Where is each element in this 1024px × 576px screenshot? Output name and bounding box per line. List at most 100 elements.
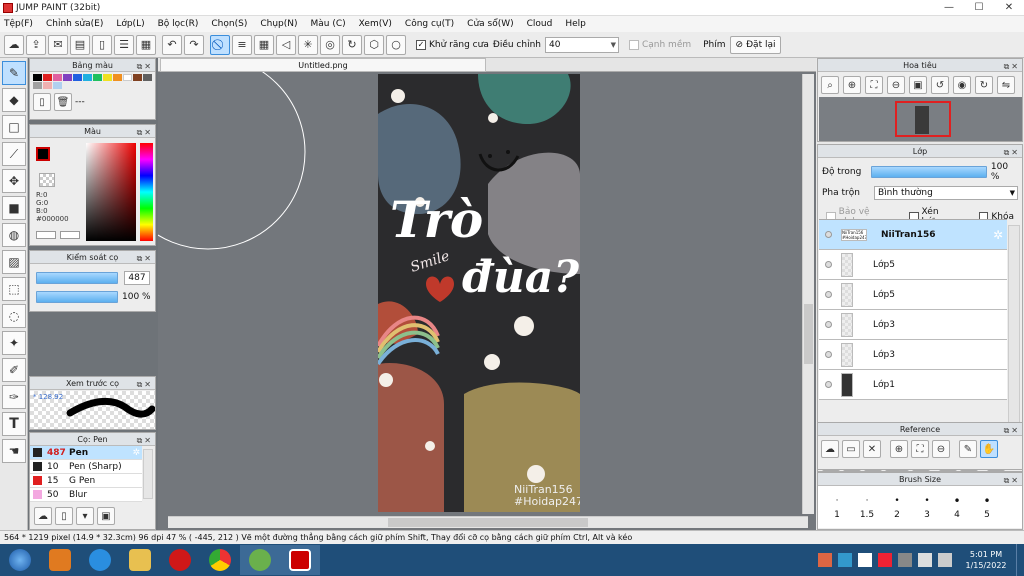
rotate-reset-icon[interactable]: ◉ — [953, 76, 971, 94]
document-tab[interactable]: Untitled.png — [160, 58, 486, 72]
gradient-tool-icon[interactable]: ▨ — [2, 250, 26, 274]
fill-rect-tool-icon[interactable]: ■ — [2, 196, 26, 220]
brush-size-slider[interactable] — [36, 272, 118, 284]
clock[interactable]: 5:01 PM 1/15/2022 — [956, 549, 1016, 571]
curve-icon[interactable]: ↻ — [342, 34, 362, 55]
panel-close-icon[interactable]: ⧉✕ — [1004, 60, 1020, 73]
foreground-color[interactable] — [36, 147, 50, 161]
layer-opacity-slider[interactable] — [871, 166, 987, 178]
new-brush-icon[interactable]: ▯ — [55, 507, 73, 525]
cloud-download-icon[interactable]: ☁ — [821, 440, 839, 458]
brush-size-input[interactable]: 487 — [124, 271, 150, 285]
chrome-icon[interactable] — [200, 545, 240, 575]
saturation-square[interactable] — [86, 143, 136, 241]
menu-capture[interactable]: Chụp(N) — [260, 19, 297, 29]
actual-size-icon[interactable]: ▣ — [909, 76, 927, 94]
menu-filter[interactable]: Bộ lọc(R) — [158, 19, 199, 29]
visibility-icon[interactable] — [825, 261, 832, 268]
tray-app-icon[interactable] — [818, 553, 832, 567]
zoom-in-icon[interactable]: ⊕ — [843, 76, 861, 94]
select-pen-icon[interactable]: ✐ — [2, 358, 26, 382]
menu-tools[interactable]: Công cụ(T) — [405, 19, 454, 29]
scroll-thumb[interactable] — [388, 518, 588, 527]
canvas-vertical-scrollbar[interactable] — [802, 74, 814, 514]
brush-settings-icon[interactable]: ▣ — [97, 507, 115, 525]
bucket-tool-icon[interactable]: ◍ — [2, 223, 26, 247]
brush-size-option[interactable]: • 3 — [912, 492, 942, 522]
panel-close-icon[interactable]: ⧉✕ — [1004, 424, 1020, 437]
perspective-icon[interactable]: ◁ — [276, 34, 296, 55]
menu-cloud[interactable]: Cloud — [527, 19, 553, 29]
menu-view[interactable]: Xem(V) — [359, 19, 392, 29]
magic-wand-icon[interactable]: ✦ — [2, 331, 26, 355]
panel-close-icon[interactable]: ⧉✕ — [137, 434, 153, 447]
canvas-area[interactable]: Untitled.png Trò đùa? Smile NiiTran156 #… — [158, 58, 816, 530]
soft-edge-checkbox[interactable] — [628, 39, 639, 50]
brush-list-scrollbar[interactable] — [143, 449, 153, 499]
menu-color[interactable]: Màu (C) — [311, 19, 346, 29]
visibility-icon[interactable] — [825, 231, 832, 238]
grid-icon[interactable]: ▦ — [136, 34, 156, 55]
brush-size-option[interactable]: • 4 — [942, 492, 972, 522]
list-icon[interactable]: ☰ — [114, 34, 134, 55]
navigator-viewport[interactable] — [895, 101, 951, 137]
brush-menu-icon[interactable]: ▾ — [76, 507, 94, 525]
export-icon[interactable]: ⇪ — [26, 34, 46, 55]
redo-icon[interactable]: ↷ — [184, 34, 204, 55]
menu-select[interactable]: Chọn(S) — [211, 19, 247, 29]
move-tool-icon[interactable]: ✥ — [2, 169, 26, 193]
lasso-icon[interactable]: ◌ — [2, 304, 26, 328]
layer-list-scrollbar[interactable] — [1008, 225, 1020, 451]
new-swatch-icon[interactable]: ▯ — [33, 93, 51, 111]
text-tool-icon[interactable]: T — [2, 412, 26, 436]
message-icon[interactable]: ▤ — [70, 34, 90, 55]
select-rect-icon[interactable]: ⬚ — [2, 277, 26, 301]
reset-button[interactable]: ⊘ Đặt lại — [729, 35, 782, 54]
rotate-right-icon[interactable]: ↻ — [975, 76, 993, 94]
comment-icon[interactable]: ✉ — [48, 34, 68, 55]
tray-flag-icon[interactable] — [898, 553, 912, 567]
select-eraser-icon[interactable]: ✑ — [2, 385, 26, 409]
brush-size-option[interactable]: · 1 — [822, 492, 852, 522]
layer-row[interactable]: Lớp5 — [819, 250, 1007, 280]
brush-size-option[interactable]: • 5 — [972, 492, 1002, 522]
zoom-out-icon[interactable]: ⊖ — [887, 76, 905, 94]
menu-layer[interactable]: Lớp(L) — [116, 19, 144, 29]
panel-close-icon[interactable]: ⧉✕ — [1004, 146, 1020, 159]
panel-close-icon[interactable]: ⧉✕ — [137, 126, 153, 139]
panel-close-icon[interactable]: ⧉✕ — [137, 378, 153, 391]
brush-opacity-slider[interactable] — [36, 291, 118, 303]
brush-item-gpen[interactable]: 15 G Pen — [30, 474, 142, 488]
hand-tool-icon[interactable]: ☚ — [2, 439, 26, 463]
visibility-icon[interactable] — [825, 291, 832, 298]
menu-file[interactable]: Tệp(F) — [4, 19, 33, 29]
ellipse-icon[interactable]: ○ — [386, 34, 406, 55]
trash-icon[interactable]: 🗑 — [54, 93, 72, 111]
show-desktop-button[interactable] — [1016, 544, 1024, 576]
cloud-icon[interactable]: ☁ — [4, 34, 24, 55]
jump-paint-taskbar-icon[interactable] — [280, 545, 320, 575]
close-button[interactable]: ✕ — [994, 0, 1024, 16]
volume-icon[interactable] — [938, 553, 952, 567]
polygon-icon[interactable]: ⬡ — [364, 34, 384, 55]
network-icon[interactable] — [918, 553, 932, 567]
radial-icon[interactable]: ✳ — [298, 34, 318, 55]
eraser-tool-icon[interactable]: ◆ — [2, 88, 26, 112]
adjust-input[interactable]: 40 ▼ — [544, 36, 619, 53]
concentric-icon[interactable]: ◎ — [320, 34, 340, 55]
palette-swatches[interactable] — [30, 72, 155, 91]
canvas-horizontal-scrollbar[interactable] — [168, 516, 808, 528]
layer-row[interactable]: NiiTran156 #Hoidap247 NiiTran156 ✲ — [819, 220, 1007, 250]
minimize-button[interactable]: — — [934, 0, 964, 16]
zoom-out-icon[interactable]: ⊖ — [932, 440, 950, 458]
color-mode-button-2[interactable] — [60, 231, 80, 239]
close-reference-icon[interactable]: ✕ — [863, 440, 881, 458]
navigator-preview[interactable] — [819, 97, 1022, 141]
brush-tool-icon[interactable]: ✎ — [2, 61, 26, 85]
artwork-canvas[interactable]: Trò đùa? Smile NiiTran156 #Hoidap247 — [378, 74, 580, 512]
blend-mode-select[interactable]: Bình thường ▼ — [874, 186, 1018, 200]
hue-slider[interactable] — [140, 143, 153, 241]
fit-window-icon[interactable]: ⛶ — [865, 76, 883, 94]
flip-icon[interactable]: ⇋ — [997, 76, 1015, 94]
panel-close-icon[interactable]: ⧉✕ — [1004, 474, 1020, 487]
